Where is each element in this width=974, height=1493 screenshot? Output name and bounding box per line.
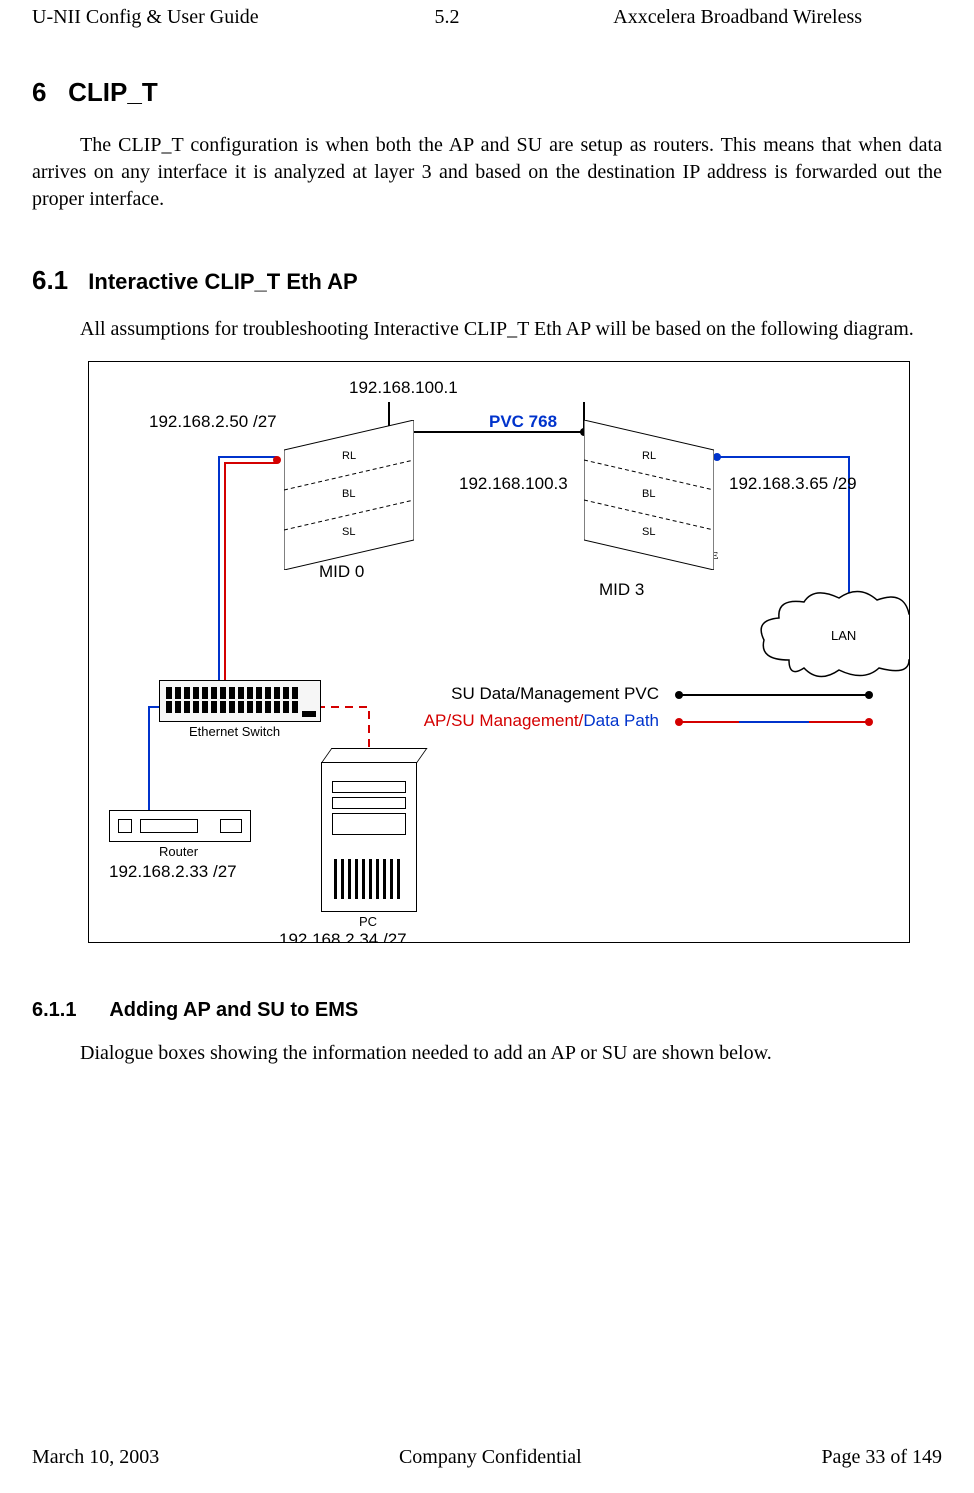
section-6-1-1-num: 6.1.1 [32,999,76,1021]
ap-row-bl: BL [342,488,355,500]
header-left: U-NII Config & User Guide [32,6,309,29]
legend-ap-red: AP/SU Management/ [424,711,584,730]
label-ap-eth-ip: 192.168.2.50 /27 [149,412,277,432]
header-center: 5.2 [309,6,586,29]
label-ap-rl-ip: 192.168.100.1 [349,378,458,398]
footer-right: Page 33 of 149 [821,1446,942,1469]
section-6-1-para: All assumptions for troubleshooting Inte… [32,316,942,343]
legend-ap-path: AP/SU Management/Data Path [424,711,659,731]
label-su-rl-ip: 192.168.100.3 [459,474,568,494]
section-6-1-num: 6.1 [32,265,68,295]
footer-left: March 10, 2003 [32,1446,159,1469]
legend-su-pvc: SU Data/Management PVC [451,684,659,704]
su-row-rl: RL [642,450,656,462]
section-6-1-1-heading: 6.1.1 Adding AP and SU to EMS [32,999,942,1022]
label-mid-su: MID 3 [599,580,644,600]
section-6-title: CLIP_T [68,77,158,107]
lan-cloud: LAN [759,590,910,680]
footer-center: Company Confidential [399,1446,582,1469]
section-6-num: 6 [32,77,46,107]
network-diagram: 192.168.100.1 192.168.2.50 /27 PVC 768 1… [88,361,910,943]
section-6-1-title: Interactive CLIP_T Eth AP [88,269,357,294]
section-6-heading: 6 CLIP_T [32,77,942,108]
label-su-eth-ip: 192.168.3.65 /29 [729,474,857,494]
section-6-para: The CLIP_T configuration is when both th… [32,132,942,213]
diagram-container: 192.168.100.1 192.168.2.50 /27 PVC 768 1… [88,361,942,943]
ap-device: RL BL SL [284,420,414,540]
su-device: RL BL SL [584,420,714,540]
ap-row-sl: SL [342,526,355,538]
ethernet-switch [159,680,321,722]
label-router: Router [159,844,198,859]
section-6-1-1-para: Dialogue boxes showing the information n… [32,1040,942,1067]
ap-row-rl: RL [342,450,356,462]
label-pvc: PVC 768 [489,412,557,432]
label-switch: Ethernet Switch [189,724,280,739]
legend-ap-blue: Data Path [583,711,659,730]
label-lan: LAN [831,628,856,643]
label-router-ip: 192.168.2.33 /27 [109,862,237,882]
router [109,810,251,842]
pc-tower [321,762,417,912]
page-header: U-NII Config & User Guide 5.2 Axxcelera … [32,0,942,29]
section-6-1-heading: 6.1 Interactive CLIP_T Eth AP [32,265,942,296]
label-pc: PC [359,914,377,929]
section-6-1-1-title: Adding AP and SU to EMS [109,999,358,1021]
label-pc-ip: 192.168.2.34 /27 [279,930,407,943]
page-footer: March 10, 2003 Company Confidential Page… [32,1446,942,1469]
su-row-bl: BL [642,488,655,500]
header-right: Axxcelera Broadband Wireless [585,6,942,29]
page: U-NII Config & User Guide 5.2 Axxcelera … [0,0,974,1493]
su-row-sl: SL [642,526,655,538]
